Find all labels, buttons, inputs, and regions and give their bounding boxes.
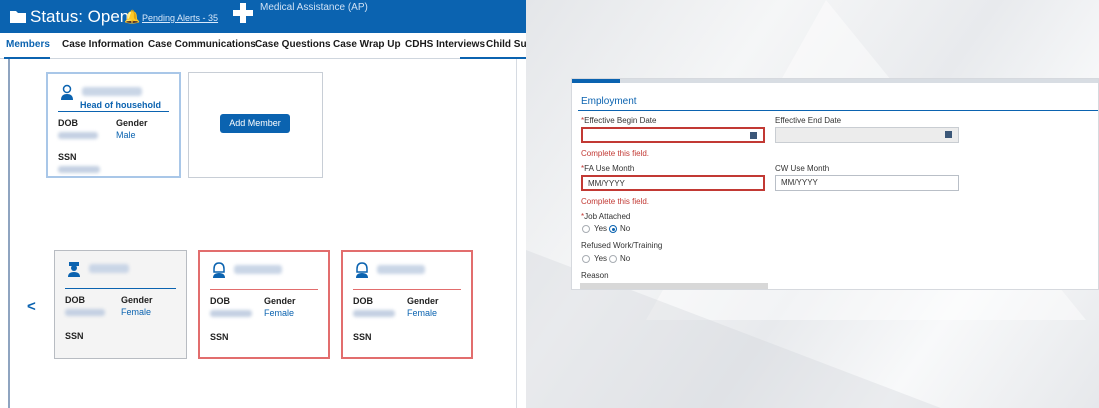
ssn-label: SSN <box>210 332 229 342</box>
member-name-redacted <box>377 265 425 274</box>
employment-form: Employment *Effective Begin Date Complet… <box>571 78 1099 290</box>
ssn-label: SSN <box>65 331 84 341</box>
member-card-child[interactable]: DOB Gender Female SSN <box>54 250 187 359</box>
member-role: Head of household <box>80 100 161 110</box>
tab-case-wrap-up[interactable]: Case Wrap Up <box>333 39 401 50</box>
bell-icon: 🔔 <box>124 9 141 24</box>
fa-use-month-label: *FA Use Month <box>581 164 635 173</box>
yes-label: Yes <box>594 254 608 263</box>
adult-avatar-icon <box>61 84 73 100</box>
dob-label: DOB <box>210 296 230 306</box>
dob-label: DOB <box>353 296 373 306</box>
cw-use-month-label: CW Use Month <box>775 164 830 173</box>
calendar-icon[interactable] <box>750 132 757 139</box>
case-tabs: Members Case Information Case Communicat… <box>0 33 526 59</box>
tab-members[interactable]: Members <box>6 39 50 50</box>
ssn-label: SSN <box>58 152 77 162</box>
dob-value-redacted <box>58 132 98 139</box>
program-name: Medical Assistance (AP) <box>260 2 368 13</box>
folder-icon <box>10 11 26 23</box>
job-attached-label: *Job Attached <box>581 212 631 221</box>
member-card-error[interactable]: DOB Gender Female SSN <box>341 250 473 359</box>
gender-label: Gender <box>121 295 153 305</box>
effective-end-date-input <box>775 127 959 143</box>
reason-select[interactable] <box>580 283 768 289</box>
member-card-head[interactable]: Head of household DOB Gender Male SSN <box>46 72 181 178</box>
previous-members-button[interactable]: < <box>27 298 36 315</box>
gender-value: Female <box>407 308 438 318</box>
dob-value-redacted <box>353 310 395 317</box>
no-label: No <box>620 254 631 263</box>
left-border <box>8 59 10 408</box>
child-avatar-icon <box>68 262 80 277</box>
gender-label: Gender <box>264 296 296 306</box>
effective-begin-error: Complete this field. <box>581 149 650 158</box>
tab-case-communications[interactable]: Case Communications <box>148 39 256 50</box>
case-header-bar: Status: Open 🔔 Pending Alerts - 35 Medic… <box>0 0 526 33</box>
member-card-header: Head of household <box>58 84 169 112</box>
job-attached-no-radio[interactable] <box>609 225 617 233</box>
gender-value: Male <box>116 130 136 140</box>
gender-value: Female <box>121 307 152 317</box>
refused-work-label: Refused Work/Training <box>581 241 663 250</box>
dob-label: DOB <box>58 118 78 128</box>
section-divider <box>578 110 1098 111</box>
cw-use-month-input[interactable]: MM/YYYY <box>775 175 959 191</box>
section-title: Employment <box>581 96 637 107</box>
tab-case-information[interactable]: Case Information <box>62 39 144 50</box>
case-members-screen: Status: Open 🔔 Pending Alerts - 35 Medic… <box>0 0 526 408</box>
dob-label: DOB <box>65 295 85 305</box>
right-border <box>516 59 517 408</box>
case-status: Status: Open <box>30 7 130 26</box>
form-top-bar-accent <box>572 79 620 83</box>
no-label: No <box>620 224 631 233</box>
reason-label: Reason <box>581 271 609 280</box>
calendar-icon <box>945 131 952 138</box>
member-name-redacted <box>82 87 142 96</box>
pending-alerts-link[interactable]: Pending Alerts - 35 <box>142 13 218 23</box>
tab-cdhs-interviews[interactable]: CDHS Interviews <box>405 39 485 50</box>
member-name-redacted <box>234 265 282 274</box>
dob-value-redacted <box>65 309 105 316</box>
gender-label: Gender <box>407 296 439 306</box>
ssn-value-redacted <box>58 166 100 173</box>
yes-label: Yes <box>594 224 608 233</box>
female-avatar-icon <box>213 262 225 278</box>
active-tab-indicator <box>4 57 50 59</box>
effective-end-label: Effective End Date <box>775 116 842 125</box>
member-card-header <box>353 262 461 290</box>
member-name-redacted <box>89 264 129 273</box>
job-attached-yes-radio[interactable] <box>582 225 590 233</box>
refused-no-radio[interactable] <box>609 255 617 263</box>
fa-use-month-error: Complete this field. <box>581 197 650 206</box>
medical-cross-icon <box>233 3 253 23</box>
fa-use-month-input[interactable]: MM/YYYY <box>581 175 765 191</box>
gender-value: Female <box>264 308 295 318</box>
effective-begin-date-input[interactable] <box>581 127 765 143</box>
female-avatar-icon <box>356 262 368 278</box>
gender-label: Gender <box>116 118 148 128</box>
member-card-error[interactable]: DOB Gender Female SSN <box>198 250 330 359</box>
member-card-header <box>210 262 318 290</box>
ssn-label: SSN <box>353 332 372 342</box>
effective-begin-label: *Effective Begin Date <box>581 116 657 125</box>
add-member-button[interactable]: Add Member <box>220 114 290 133</box>
form-top-bar <box>572 79 1098 83</box>
tab-case-questions[interactable]: Case Questions <box>255 39 331 50</box>
refused-yes-radio[interactable] <box>582 255 590 263</box>
member-card-header <box>65 261 176 289</box>
tab-child-support[interactable]: Child Sup <box>486 39 526 50</box>
dob-value-redacted <box>210 310 252 317</box>
